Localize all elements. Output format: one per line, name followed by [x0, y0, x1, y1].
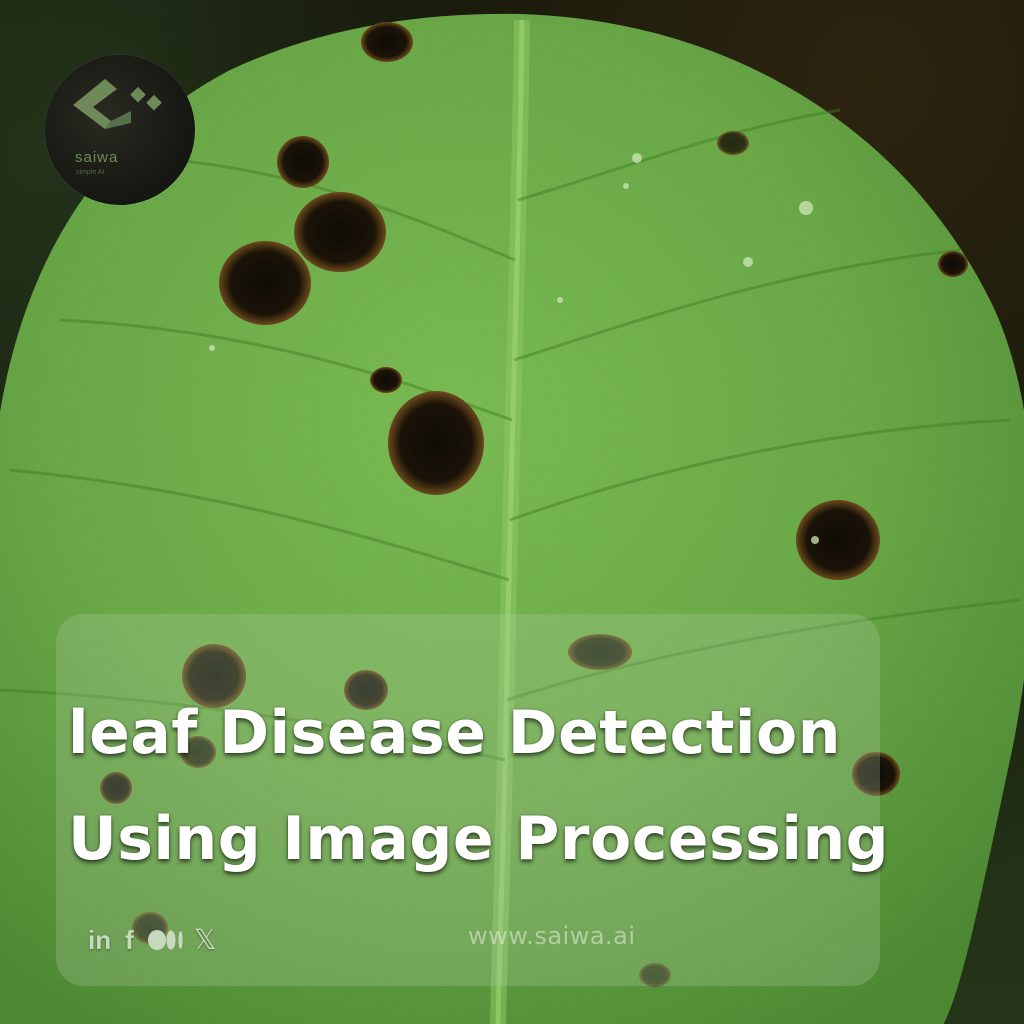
brand-name: saiwa [75, 149, 119, 166]
x-icon[interactable]: 𝕏 [194, 926, 217, 954]
website-url[interactable]: www.saiwa.ai [468, 922, 636, 950]
saiwa-logo-icon [73, 79, 162, 129]
medium-icon[interactable] [147, 929, 184, 951]
social-links: in f 𝕏 [88, 920, 216, 960]
title-line-2: Using Image Processing [68, 804, 890, 874]
linkedin-icon[interactable]: in [88, 927, 111, 953]
brand-tagline: simple AI [76, 169, 105, 176]
facebook-icon[interactable]: f [125, 927, 134, 953]
brand-logo: saiwa simple AI [45, 55, 195, 205]
medium-icon-glyph [147, 930, 183, 950]
title-line-1: leaf Disease Detection [68, 698, 841, 768]
